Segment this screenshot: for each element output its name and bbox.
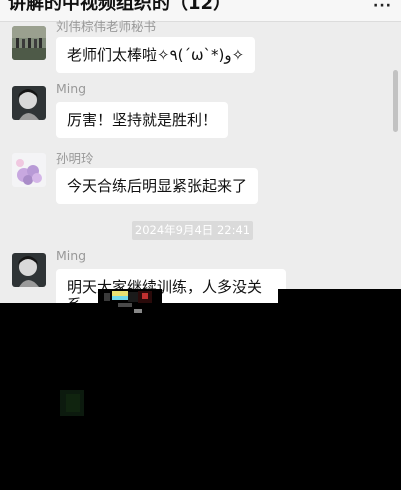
message-bubble[interactable]: 老师们太棒啦✧٩(ˊωˋ*)و✧ <box>56 37 256 73</box>
message-text: 明天大家继续训练，人多没关系， <box>67 278 263 303</box>
message-sender: 孙明玲 <box>56 151 94 166</box>
message-bubble[interactable]: 厉害！坚持就是胜利！ <box>56 102 229 138</box>
chat-screen: 讲解的中视频组织的（12） ··· 刘伟棕伟老师秘书 老师们太棒啦✧٩(ˊωˋ*… <box>0 0 401 490</box>
message-bubble[interactable]: 明天大家继续训练，人多没关系， 可以 <box>56 269 286 303</box>
scrollbar[interactable] <box>393 70 398 132</box>
black-overlay-top-right <box>278 289 401 303</box>
avatar-group-photo[interactable] <box>12 26 46 60</box>
message-sender: Ming <box>56 248 87 263</box>
message-bubble[interactable]: 今天合练后明显紧张起来了 <box>56 168 259 204</box>
more-icon[interactable]: ··· <box>373 0 392 14</box>
avatar-ming[interactable] <box>12 253 46 287</box>
chat-title: 讲解的中视频组织的（12） <box>8 0 232 14</box>
avatar-flowers[interactable] <box>12 153 46 187</box>
message-timestamp: 2024年9月4日 22:41 <box>132 221 253 240</box>
message-sender: Ming <box>56 81 87 96</box>
message-sender: 刘伟棕伟老师秘书 <box>56 19 157 34</box>
avatar-ming[interactable] <box>12 86 46 120</box>
glitch-artifact <box>58 386 98 420</box>
chat-area: 讲解的中视频组织的（12） ··· 刘伟棕伟老师秘书 老师们太棒啦✧٩(ˊωˋ*… <box>0 0 401 303</box>
glitch-artifact <box>98 289 162 319</box>
